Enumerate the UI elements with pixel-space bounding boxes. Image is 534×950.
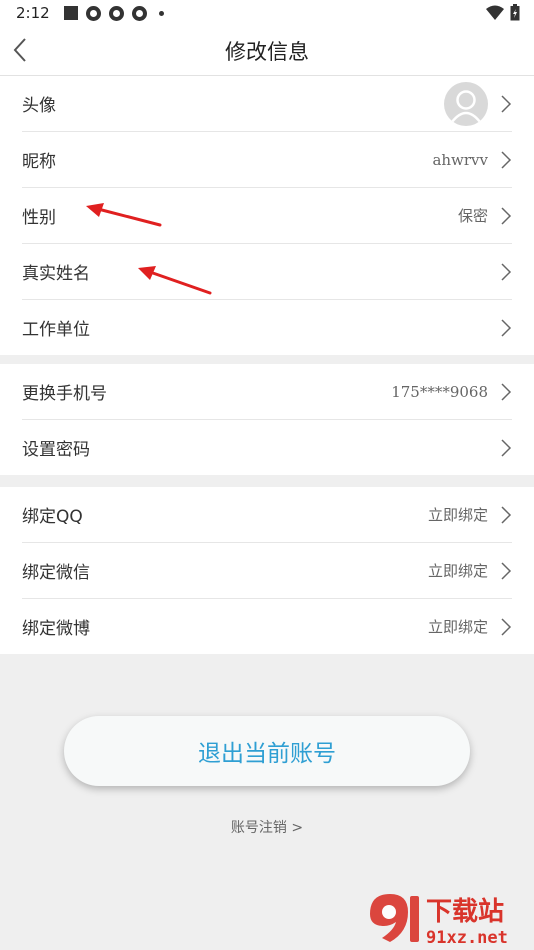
bind-wechat-status: 立即绑定 [427,562,488,580]
watermark-domain: 91xz.net [426,928,508,948]
chevron-right-icon [501,94,512,113]
default-user-icon [451,89,481,123]
battery-icon [510,4,520,21]
bind-qq-label: 绑定QQ [22,507,83,527]
status-time: 2:12 [16,4,50,22]
title-bar: 修改信息 [0,26,534,76]
notification-app-icon [108,5,124,21]
chevron-right-icon [501,150,512,169]
chevron-right-icon [501,561,512,580]
avatar[interactable] [444,81,488,126]
gender-row[interactable]: 性别 保密 [22,188,512,244]
gender-value: 保密 [457,207,488,225]
profile-group: 头像 昵称 ahwrvv 性别 保密 真实姓名 工作单位 [0,76,534,355]
gender-label: 性别 [22,208,56,228]
set-password-label: 设置密码 [22,440,90,460]
chevron-right-icon [501,382,512,401]
change-phone-row[interactable]: 更换手机号 175****9068 [22,364,512,420]
bind-qq-row[interactable]: 绑定QQ 立即绑定 [22,487,512,543]
notification-app-icon [131,5,147,21]
more-notifications-icon [158,10,164,16]
bind-qq-status: 立即绑定 [427,506,488,524]
change-phone-label: 更换手机号 [22,384,107,404]
bind-weibo-label: 绑定微博 [22,619,90,639]
watermark-brand: 下载站 [426,897,504,927]
nickname-value: ahwrvv [432,150,488,169]
bind-wechat-label: 绑定微信 [22,563,90,583]
chevron-right-icon [501,505,512,524]
avatar-row[interactable]: 头像 [22,76,512,132]
phone-value: 175****9068 [391,382,488,401]
bind-weibo-status: 立即绑定 [427,618,488,636]
account-security-group: 更换手机号 175****9068 设置密码 [0,364,534,475]
chevron-right-icon [501,617,512,636]
nickname-row[interactable]: 昵称 ahwrvv [22,132,512,188]
notification-icons [63,5,164,21]
work-unit-label: 工作单位 [22,320,90,340]
bind-weibo-row[interactable]: 绑定微博 立即绑定 [22,599,512,654]
chevron-right-icon [501,438,512,457]
system-icons [486,4,520,21]
chevron-right-icon [501,262,512,281]
avatar-label: 头像 [22,96,56,116]
real-name-row[interactable]: 真实姓名 [22,244,512,300]
nickname-label: 昵称 [22,152,56,172]
chevron-right-icon [501,318,512,337]
work-unit-row[interactable]: 工作单位 [22,300,512,355]
cancel-account-link[interactable]: 账号注销 > [0,817,534,837]
notification-square-icon [63,6,78,20]
site-watermark-logo: 下载站 91xz.net [370,894,508,948]
logout-button[interactable]: 退出当前账号 [64,716,470,786]
wifi-icon [486,5,504,20]
notification-app-icon [85,5,101,21]
binding-group: 绑定QQ 立即绑定 绑定微信 立即绑定 绑定微博 立即绑定 [0,487,534,654]
set-password-row[interactable]: 设置密码 [22,420,512,475]
page-title: 修改信息 [225,40,309,64]
bind-wechat-row[interactable]: 绑定微信 立即绑定 [22,543,512,599]
status-bar: 2:12 [0,0,534,26]
real-name-label: 真实姓名 [22,264,90,284]
chevron-right-icon [501,206,512,225]
